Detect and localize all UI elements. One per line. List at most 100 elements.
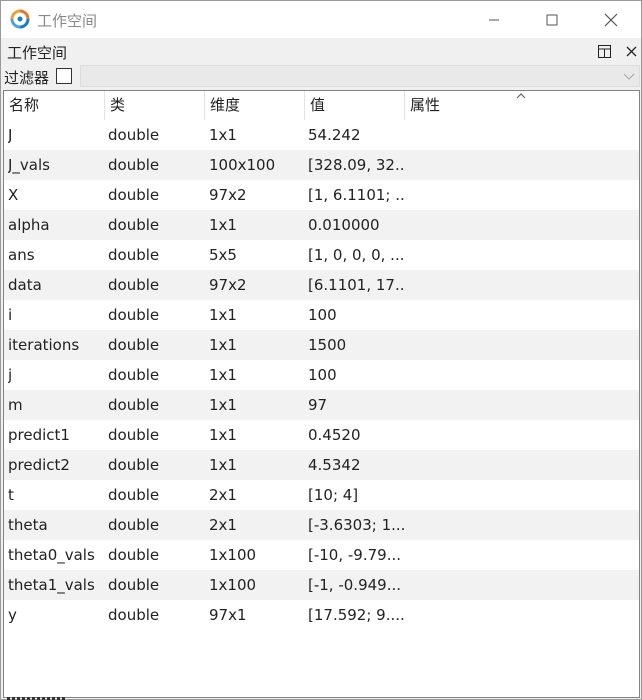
cell-attr [409, 360, 609, 390]
panel-close-button[interactable] [622, 42, 640, 60]
filter-combo[interactable] [80, 65, 640, 87]
cell-attr [409, 480, 609, 510]
table-row[interactable]: t double 2x1 [10; 4] [4, 480, 639, 510]
cell-value: 0.010000 [308, 216, 380, 234]
table-row[interactable]: alpha double 1x1 0.010000 [4, 210, 639, 240]
table-row[interactable]: iterations double 1x1 1500 [4, 330, 639, 360]
window-title: 工作空间 [37, 12, 98, 30]
app-logo-icon [10, 9, 30, 29]
cell-value: [-3.6303; 1.... [308, 516, 404, 534]
cell-value: 1500 [308, 336, 347, 354]
filter-checkbox[interactable] [56, 68, 72, 84]
cell-name: i [8, 306, 13, 324]
maximize-button[interactable] [528, 1, 576, 38]
cell-name: data [8, 276, 42, 294]
cell-size: 1x1 [209, 456, 237, 474]
cell-class: double [108, 486, 160, 504]
cell-name: ans [8, 246, 35, 264]
close-icon [626, 46, 636, 56]
cell-size: 1x1 [209, 366, 237, 384]
table-body: Jdouble 1x1 54.242 J_vals double 100x100 [328.… [4, 120, 639, 630]
title-bar: 工作空间 [1, 1, 641, 38]
cell-value: 97 [308, 396, 328, 414]
table-row[interactable]: ans double 5x5 [1, 0, 0, 0, ... [4, 240, 639, 270]
cell-attr [409, 510, 609, 540]
cell-size: 1x1 [209, 336, 237, 354]
minimize-button[interactable] [470, 1, 518, 38]
cell-class: double [108, 576, 160, 594]
cell-class: double [108, 216, 160, 234]
cell-value: 100 [308, 366, 337, 384]
table-row[interactable]: predict1 double 1x1 0.4520 [4, 420, 639, 450]
table-row[interactable]: y double 97x1 [17.592; 9.... [4, 600, 639, 630]
chevron-down-icon[interactable] [623, 68, 635, 86]
cell-class: double [108, 186, 160, 204]
cell-class: double [108, 156, 160, 174]
cell-value: 0.4520 [308, 426, 361, 444]
cell-class: double [108, 516, 160, 534]
cell-size: 1x1 [209, 216, 237, 234]
cell-attr [409, 330, 609, 360]
cell-attr [409, 300, 609, 330]
cell-class: double [108, 396, 160, 414]
cell-value: [17.592; 9.... [308, 606, 404, 624]
table-row[interactable]: J_vals double 100x100 [328.09, 32... [4, 150, 639, 180]
table-row[interactable]: theta1_vals double 1x100 [-1, -0.949... [4, 570, 639, 600]
undock-button[interactable] [595, 42, 613, 60]
cell-attr [409, 210, 609, 240]
cell-class: double [108, 246, 160, 264]
cell-size: 1x1 [209, 426, 237, 444]
cell-attr [409, 270, 609, 300]
cell-class: double [108, 276, 160, 294]
table-row[interactable]: i double 1x1 100 [4, 300, 639, 330]
cell-size: 97x2 [209, 186, 247, 204]
sort-ascending-icon [515, 91, 527, 105]
cell-attr [409, 390, 609, 420]
cell-name: predict1 [8, 426, 70, 444]
table-row[interactable]: data double 97x2 [6.1101, 17.... [4, 270, 639, 300]
cell-name: j [8, 366, 13, 384]
close-button[interactable] [587, 1, 635, 38]
column-header-class[interactable]: 类 [105, 91, 205, 120]
column-header-value[interactable]: 值 [305, 91, 405, 120]
table-row[interactable]: predict2 double 1x1 4.5342 [4, 450, 639, 480]
cell-size: 1x1 [209, 306, 237, 324]
cell-value: [10; 4] [308, 486, 359, 504]
workspace-table: 名称 类 维度 值 属性 Jdouble 1x1 54.242 J_vals doubl… [3, 90, 640, 698]
cell-class: double [108, 546, 160, 564]
filter-bar: 过滤器 [1, 63, 641, 89]
cell-size: 1x100 [209, 546, 257, 564]
cell-name: t [8, 486, 14, 504]
table-row[interactable]: theta double 2x1 [-3.6303; 1.... [4, 510, 639, 540]
cell-name: X [8, 186, 19, 204]
maximize-icon [546, 14, 558, 25]
cell-size: 1x100 [209, 576, 257, 594]
workspace-window: 工作空间 工作空间 过滤器 名称 类 维度 值 属性 J double 1x1 … [0, 0, 642, 700]
cell-size: 1x1 [209, 396, 237, 414]
column-header-dimension[interactable]: 维度 [205, 91, 305, 120]
table-row[interactable]: m double 1x1 97 [4, 390, 639, 420]
cell-class: double [108, 606, 160, 624]
minimize-icon [489, 19, 499, 20]
cell-size: 1x1 [209, 126, 237, 144]
cell-class: double [108, 426, 160, 444]
table-row[interactable]: Xdouble 97x2 [1, 6.1101; ... [4, 180, 639, 210]
cell-value: [-1, -0.949... [308, 576, 402, 594]
table-row[interactable]: theta0_vals double 1x100 [-10, -9.79... [4, 540, 639, 570]
cell-value: [-10, -9.79... [308, 546, 402, 564]
column-header-name[interactable]: 名称 [4, 91, 105, 120]
cell-class: double [108, 306, 160, 324]
cell-attr [409, 600, 609, 630]
cell-size: 2x1 [209, 486, 237, 504]
table-row[interactable]: Jdouble 1x1 54.242 [4, 120, 639, 150]
cell-class: double [108, 336, 160, 354]
cell-size: 97x2 [209, 276, 247, 294]
table-header: 名称 类 维度 值 属性 [4, 91, 639, 120]
cell-value: 4.5342 [308, 456, 361, 474]
filter-label: 过滤器 [4, 69, 50, 87]
cell-name: theta [8, 516, 48, 534]
cell-name: iterations [8, 336, 80, 354]
cell-value: 54.242 [308, 126, 361, 144]
cell-name: m [8, 396, 23, 414]
table-row[interactable]: j double 1x1 100 [4, 360, 639, 390]
